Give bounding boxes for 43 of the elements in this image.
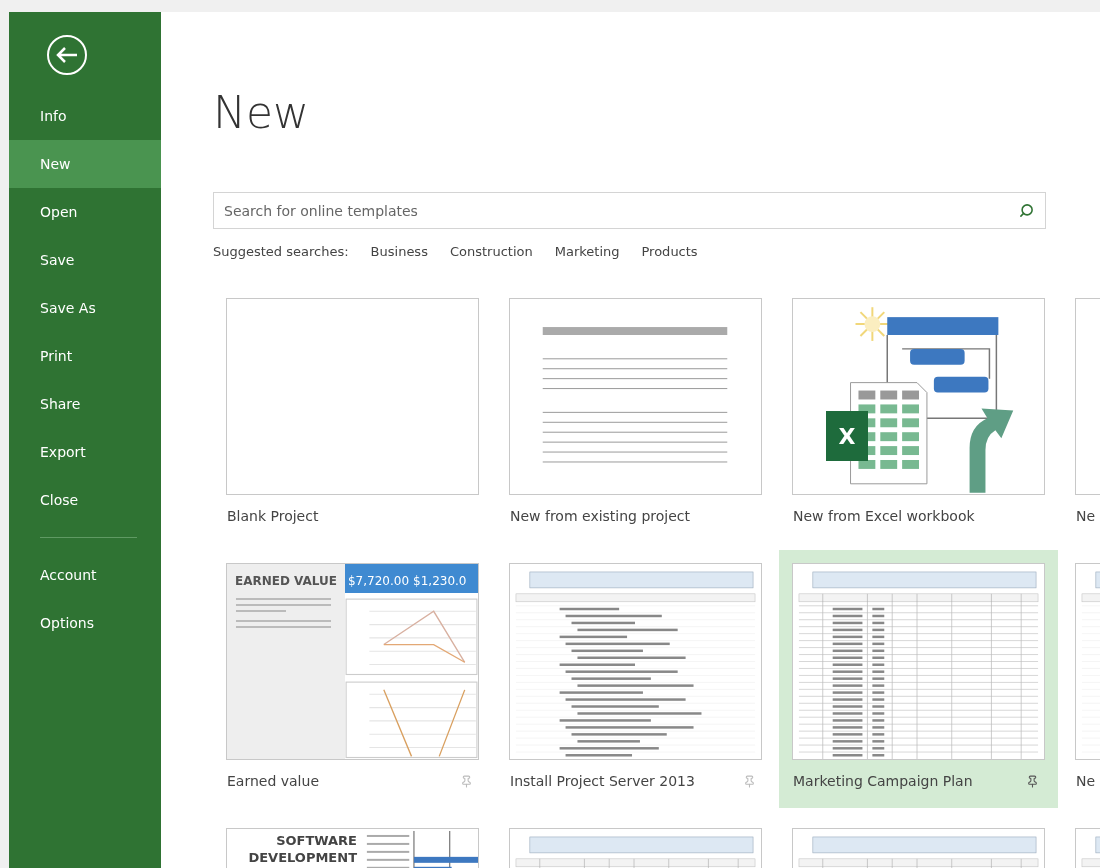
template-name: Ne (1076, 508, 1096, 524)
suggested-searches-label: Suggested searches: (213, 243, 349, 259)
sidebar-item[interactable]: New (9, 140, 161, 188)
suggested-search-link[interactable]: Marketing (554, 243, 620, 259)
preview-heading: SOFTWARE DEVELOPMENT (247, 832, 358, 867)
sidebar-item[interactable]: Info (9, 92, 161, 140)
sidebar-item[interactable]: Account (9, 551, 161, 599)
page-title: New (213, 87, 310, 139)
back-icon[interactable] (46, 34, 88, 76)
pin-icon[interactable] (1026, 774, 1039, 788)
template-name: New from existing project (510, 508, 691, 524)
sidebar-item[interactable]: Open (9, 188, 161, 236)
template-tile[interactable]: Blank Project (213, 285, 492, 543)
template-tile[interactable]: New from existing project (496, 285, 775, 543)
search-icon[interactable] (1019, 203, 1034, 218)
template-tile[interactable]: EARNED VALUE $7,720.00 $1,230.0 Earned value (213, 550, 492, 808)
template-tile[interactable]: X New from Excel workbook (779, 285, 1058, 543)
template-tile[interactable]: Ne (1062, 550, 1100, 808)
template-name: Earned value (227, 773, 319, 789)
preview-heading: EARNED VALUE (235, 574, 337, 588)
search-field[interactable]: Search for online templates (213, 192, 1046, 229)
excel-logo: X (826, 411, 868, 461)
sidebar-item[interactable]: Export (9, 428, 161, 476)
amount-text: $1,230.0 (413, 573, 467, 588)
sidebar-item[interactable]: Share (9, 380, 161, 428)
suggested-search-link[interactable]: Construction (449, 243, 533, 259)
sidebar-item[interactable]: Options (9, 599, 161, 647)
suggested-search-link[interactable]: Business (370, 243, 428, 259)
amount-text: $7,720.00 (347, 573, 410, 588)
suggested-search-link[interactable]: Products (641, 243, 698, 259)
template-name: Blank Project (227, 508, 319, 524)
template-name: Ne (1076, 773, 1096, 789)
sidebar-item[interactable]: Save (9, 236, 161, 284)
sidebar-item[interactable]: Print (9, 332, 161, 380)
sidebar-item[interactable]: Save As (9, 284, 161, 332)
template-name: Install Project Server 2013 (510, 773, 695, 789)
sidebar-item[interactable]: Close (9, 476, 161, 524)
template-tile[interactable]: SOFTWARE DEVELOPMENT (213, 815, 492, 868)
template-name: New from Excel workbook (793, 508, 975, 524)
template-tile[interactable]: Install Project Server 2013 (496, 550, 775, 808)
template-tile[interactable]: Marketing Campaign Plan (779, 550, 1058, 808)
template-tile[interactable]: Ne (1062, 285, 1100, 543)
template-name: Marketing Campaign Plan (793, 773, 973, 789)
